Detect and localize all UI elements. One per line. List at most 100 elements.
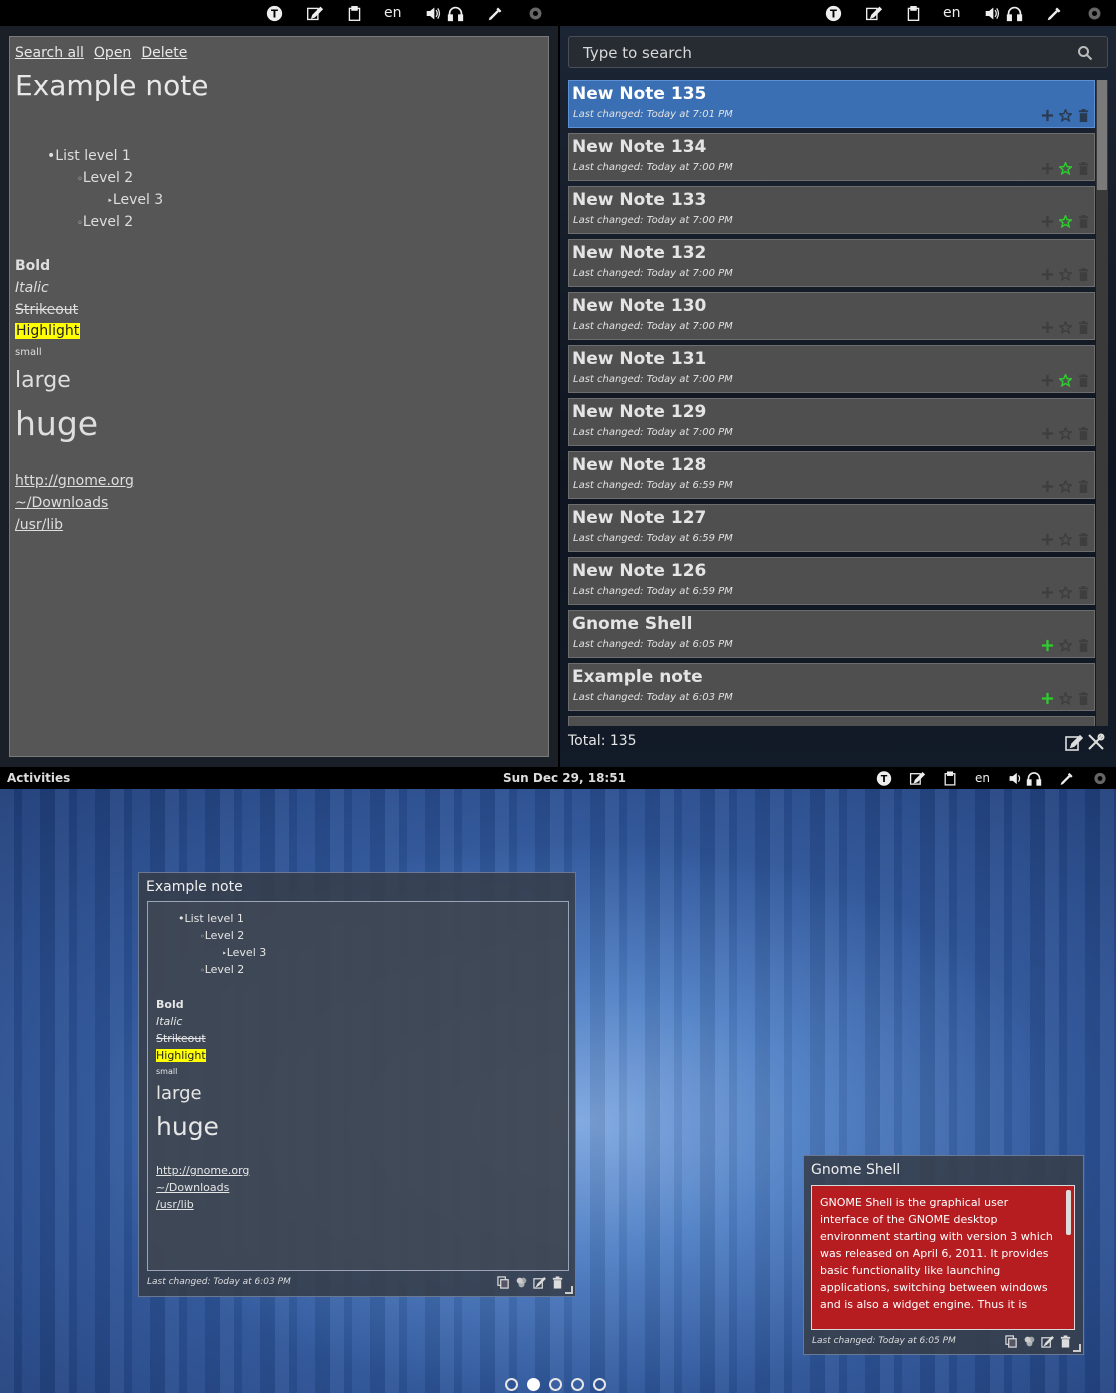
desktop-note-scrollbar[interactable] <box>1066 1190 1071 1235</box>
edit-note-icon[interactable] <box>863 3 883 23</box>
volume-icon[interactable] <box>983 3 1003 23</box>
star-icon[interactable] <box>1058 638 1072 652</box>
pipette-icon[interactable] <box>1045 3 1065 23</box>
workspace-dot[interactable] <box>527 1378 540 1391</box>
add-icon[interactable] <box>1040 267 1054 281</box>
open-link[interactable]: Open <box>94 45 131 61</box>
add-icon[interactable] <box>1040 373 1054 387</box>
trash-icon[interactable] <box>1076 585 1090 599</box>
workspace-dot[interactable] <box>549 1378 562 1391</box>
trash-icon[interactable] <box>1076 426 1090 440</box>
path-link[interactable]: /usr/lib <box>156 1198 194 1211</box>
keyboard-language-indicator[interactable]: en <box>943 5 961 21</box>
star-icon[interactable] <box>1058 532 1072 546</box>
status-icon[interactable] <box>1085 3 1105 23</box>
add-icon[interactable] <box>1040 479 1054 493</box>
note-list-item[interactable]: New Note 132 Last changed: Today at 7:00 … <box>568 239 1095 287</box>
star-icon[interactable] <box>1058 267 1072 281</box>
settings-tools-icon[interactable] <box>1087 733 1105 751</box>
star-icon[interactable] <box>1058 108 1072 122</box>
clock[interactable]: Sun Dec 29, 18:51 <box>503 771 626 785</box>
edit-note-icon[interactable] <box>304 3 324 23</box>
note-list-item[interactable]: New Note 126 Last changed: Today at 6:59 … <box>568 557 1095 605</box>
note-list-item[interactable]: Gnome Shell Last changed: Today at 6:05 P… <box>568 610 1095 658</box>
note-list-item[interactable]: New Note 129 Last changed: Today at 7:00 … <box>568 398 1095 446</box>
color-palette-icon[interactable] <box>514 1275 528 1289</box>
trash-icon[interactable] <box>1076 161 1090 175</box>
clipboard-icon[interactable] <box>903 3 923 23</box>
note-list-item[interactable]: New Note 130 Last changed: Today at 7:00 … <box>568 292 1095 340</box>
headphones-icon[interactable] <box>446 3 466 23</box>
trash-icon[interactable] <box>550 1275 564 1289</box>
status-icon[interactable] <box>1092 770 1108 786</box>
delete-link[interactable]: Delete <box>141 45 187 61</box>
add-icon[interactable] <box>1040 161 1054 175</box>
copy-icon[interactable] <box>496 1275 510 1289</box>
trash-icon[interactable] <box>1076 267 1090 281</box>
headphones-icon[interactable] <box>1026 770 1042 786</box>
resize-handle-icon[interactable] <box>565 1286 573 1294</box>
workspace-dot[interactable] <box>505 1378 518 1391</box>
star-icon[interactable] <box>1058 373 1072 387</box>
tomboy-icon[interactable]: T <box>876 770 892 786</box>
desktop-note-example[interactable]: Example note •List level 1 ◦Level 2 ‣Lev… <box>138 872 576 1297</box>
search-input[interactable] <box>583 43 1053 63</box>
note-list-item[interactable]: Example note Last changed: Today at 6:03 … <box>568 663 1095 711</box>
trash-icon[interactable] <box>1076 638 1090 652</box>
star-icon[interactable] <box>1058 585 1072 599</box>
trash-icon[interactable] <box>1076 320 1090 334</box>
star-icon[interactable] <box>1058 479 1072 493</box>
tomboy-icon[interactable]: T <box>823 3 843 23</box>
add-icon[interactable] <box>1040 532 1054 546</box>
trash-icon[interactable] <box>1076 691 1090 705</box>
note-list-item[interactable]: New Note 134 Last changed: Today at 7:00 … <box>568 133 1095 181</box>
add-icon[interactable] <box>1040 638 1054 652</box>
url-link[interactable]: http://gnome.org <box>156 1164 249 1177</box>
workspace-dot[interactable] <box>593 1378 606 1391</box>
headphones-icon[interactable] <box>1005 3 1025 23</box>
star-icon[interactable] <box>1058 320 1072 334</box>
pipette-icon[interactable] <box>486 3 506 23</box>
note-list-item[interactable] <box>568 716 1095 726</box>
new-note-icon[interactable] <box>1065 733 1084 751</box>
add-icon[interactable] <box>1040 214 1054 228</box>
path-link[interactable]: ~/Downloads <box>15 495 108 511</box>
add-icon[interactable] <box>1040 691 1054 705</box>
edit-icon[interactable] <box>532 1275 546 1289</box>
desktop-note-gnome-shell[interactable]: Gnome Shell GNOME Shell is the graphical… <box>803 1155 1084 1355</box>
copy-icon[interactable] <box>1004 1334 1018 1348</box>
url-link[interactable]: http://gnome.org <box>15 473 134 489</box>
note-list-item[interactable]: New Note 127 Last changed: Today at 6:59 … <box>568 504 1095 552</box>
desktop-note-body[interactable]: •List level 1 ◦Level 2 ‣Level 3 ◦Level 2… <box>147 901 569 1271</box>
edit-note-icon[interactable] <box>909 770 925 786</box>
trash-icon[interactable] <box>1076 479 1090 493</box>
trash-icon[interactable] <box>1076 373 1090 387</box>
color-palette-icon[interactable] <box>1022 1334 1036 1348</box>
note-list-item[interactable]: New Note 128 Last changed: Today at 6:59 … <box>568 451 1095 499</box>
volume-icon[interactable] <box>1008 770 1024 786</box>
star-icon[interactable] <box>1058 214 1072 228</box>
desktop-note-body[interactable]: GNOME Shell is the graphical user interf… <box>811 1185 1075 1330</box>
trash-icon[interactable] <box>1058 1334 1072 1348</box>
note-list-item[interactable]: New Note 135 Last changed: Today at 7:01 … <box>568 80 1095 128</box>
add-icon[interactable] <box>1040 585 1054 599</box>
note-list-item[interactable]: New Note 131 Last changed: Today at 7:00 … <box>568 345 1095 393</box>
notes-list-scrollbar[interactable] <box>1096 80 1108 726</box>
keyboard-language-indicator[interactable]: en <box>975 771 990 785</box>
activities-button[interactable]: Activities <box>7 771 70 785</box>
note-list-item[interactable]: New Note 133 Last changed: Today at 7:00 … <box>568 186 1095 234</box>
trash-icon[interactable] <box>1076 532 1090 546</box>
tomboy-icon[interactable]: T <box>264 3 284 23</box>
add-icon[interactable] <box>1040 108 1054 122</box>
workspace-dot[interactable] <box>571 1378 584 1391</box>
clipboard-icon[interactable] <box>344 3 364 23</box>
add-icon[interactable] <box>1040 320 1054 334</box>
path-link[interactable]: ~/Downloads <box>156 1181 229 1194</box>
status-icon[interactable] <box>526 3 546 23</box>
trash-icon[interactable] <box>1076 214 1090 228</box>
clipboard-icon[interactable] <box>942 770 958 786</box>
search-all-link[interactable]: Search all <box>15 45 84 61</box>
scrollbar-thumb[interactable] <box>1097 80 1107 190</box>
resize-handle-icon[interactable] <box>1073 1344 1081 1352</box>
path-link[interactable]: /usr/lib <box>15 517 63 533</box>
